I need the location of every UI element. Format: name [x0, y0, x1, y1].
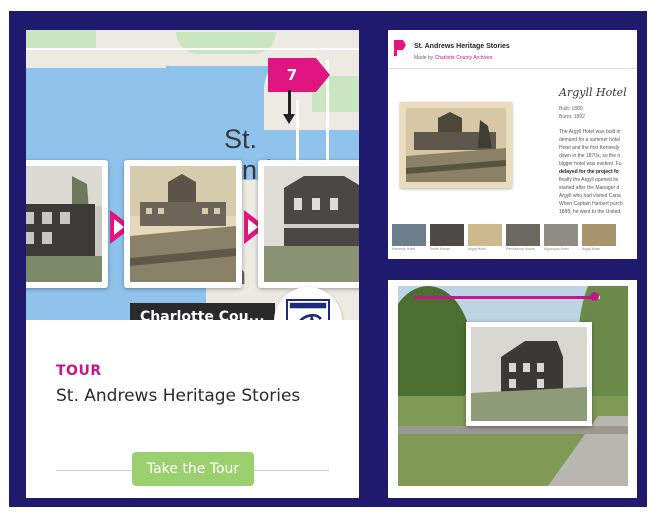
map-view[interactable]: St. Andrews n 7: [26, 30, 359, 320]
subtitle-prefix: Made by: [414, 55, 434, 61]
tour-tag: TOUR: [56, 363, 102, 379]
street-view-card[interactable]: [388, 280, 637, 498]
story-header-title: St. Andrews Heritage Stories: [414, 43, 510, 50]
map-pin-tip: [283, 114, 295, 124]
brick-house-photo: [26, 166, 102, 282]
timeline-slider[interactable]: [414, 296, 600, 299]
thumbnail-caption: Argyll Hotel: [582, 247, 600, 251]
historic-photo-overlay[interactable]: [466, 322, 592, 426]
carousel-photo-card[interactable]: [26, 160, 108, 288]
story-meta-line: Built: 1880: [559, 106, 583, 112]
header-divider: [388, 68, 637, 69]
tour-card[interactable]: St. Andrews n 7: [26, 30, 359, 498]
thumbnail[interactable]: [430, 224, 464, 246]
story-body-line: bigger hotel was evident. Fu: [559, 161, 622, 167]
carousel-photo-card[interactable]: [258, 160, 359, 288]
timeline-slider-fill: [414, 296, 595, 299]
thumbnail-caption: Smith House: [430, 247, 451, 251]
story-body-line: demand for a summer hotel: [559, 137, 621, 143]
story-body-line: down in the 1870s, so the n: [559, 153, 621, 159]
story-header-subtitle: Made by Charlotte County Archives: [414, 55, 492, 61]
county-logo-icon: [286, 299, 330, 320]
creator-link[interactable]: Charlotte County Archives: [435, 55, 493, 61]
thumbnail[interactable]: [392, 224, 426, 246]
thumbnail-strip: Kennedy Hotel Smith House Argyll Hotel P…: [388, 224, 637, 254]
story-photo-frame[interactable]: [400, 102, 512, 188]
thumbnail[interactable]: [468, 224, 502, 246]
map-park: [176, 32, 276, 54]
story-body-line: Argyll who had visited Cana: [559, 193, 621, 199]
app-flag-icon: [394, 40, 406, 56]
thumbnail-caption: Algonquin Hotel: [544, 247, 569, 251]
story-body-line: Hotel and the first Kennedy: [559, 145, 620, 151]
take-tour-button[interactable]: Take the Tour: [132, 452, 254, 486]
thumbnail-caption: Argyll Hotel: [468, 247, 486, 251]
story-meta-line: Burnt: 1892: [559, 114, 585, 120]
map-marker-count[interactable]: 7: [268, 59, 316, 91]
thumbnail[interactable]: [544, 224, 578, 246]
thumbnail[interactable]: [582, 224, 616, 246]
map-road: [26, 48, 359, 50]
story-meta: Built: 1880 Burnt: 1892: [559, 105, 585, 121]
story-body-line: started after the Manager d: [559, 185, 620, 191]
thumbnail-caption: Pendlebury House: [506, 247, 535, 251]
story-detail-card[interactable]: St. Andrews Heritage Stories Made by Cha…: [388, 30, 637, 259]
map-park: [26, 30, 96, 48]
story-body: The Argyll Hotel was built in demand for…: [559, 128, 637, 216]
thumbnail-caption: Kennedy Hotel: [392, 247, 415, 251]
victorian-house-photo: [264, 166, 359, 282]
story-body-line: When Captain Harbert purch: [559, 201, 623, 207]
county-chip[interactable]: Charlotte Cou...: [130, 303, 275, 320]
argyll-hotel-photo: [406, 108, 506, 182]
carousel-photo-card[interactable]: [124, 160, 242, 288]
story-body-line: 1888, he went to the United: [559, 209, 621, 215]
argyll-hotel-photo: [130, 166, 236, 282]
tour-title[interactable]: St. Andrews Heritage Stories: [56, 386, 300, 406]
street-view-panorama[interactable]: [398, 286, 628, 486]
story-body-line: delayed for the project fo: [559, 169, 619, 175]
brick-house-photo: [471, 327, 587, 421]
story-title: Argyll Hotel: [559, 86, 627, 99]
thumbnail[interactable]: [506, 224, 540, 246]
story-body-line: finally the Argyll opened its: [559, 177, 619, 183]
story-body-line: The Argyll Hotel was built in: [559, 129, 621, 135]
